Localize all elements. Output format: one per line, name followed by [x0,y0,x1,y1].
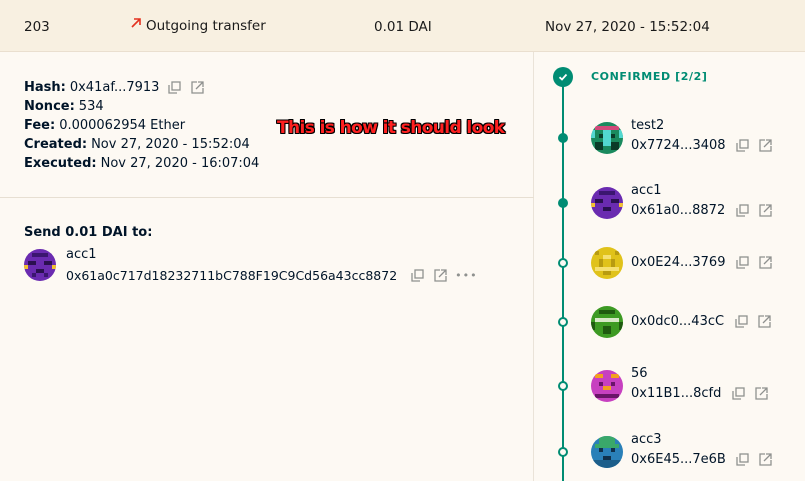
recipient-address-row: 0x61a0c717d18232711bC788F19C9Cd56a43cc88… [66,267,478,283]
owner-address: 0x0E24...3769 [631,254,726,270]
owner-item: test2 0x7724...3408 [535,118,805,158]
owner-address-row: 0x0dc0...43cC [631,313,772,329]
recipient: acc1 0x61a0c717d18232711bC788F19C9Cd56a4… [24,247,484,287]
owner-address: 0x61a0...8872 [631,202,726,218]
nonce-label: Nonce: [24,99,75,114]
owner-item: acc3 0x6E45...7e6B [535,432,805,472]
owner-address: 0x6E45...7e6B [631,451,726,467]
copy-icon[interactable] [166,80,182,96]
copy-icon[interactable] [734,202,750,218]
fee-row: Fee: 0.000062954 Ether [24,116,259,135]
copy-icon[interactable] [735,451,751,467]
timeline-node-pending [558,381,568,391]
send-title: Send 0.01 DAI to: [24,225,153,240]
transaction-nonce-id: 203 [24,19,50,35]
recipient-name: acc1 [66,247,97,262]
copy-icon[interactable] [733,313,749,329]
annotation-overlay-text: This is how it should look [277,118,505,138]
external-link-icon[interactable] [756,313,772,329]
owner-name: test2 [631,118,665,133]
more-options-icon[interactable]: ••• [455,267,477,283]
transaction-info: Hash: 0x41af...7913 Nonce: 534 Fee: 0.00… [24,78,259,173]
owner-avatar [591,306,623,338]
copy-icon[interactable] [734,254,750,270]
hash-label: Hash: [24,80,66,95]
recipient-address: 0x61a0c717d18232711bC788F19C9Cd56a43cc88… [66,267,398,283]
timeline-node-pending [558,447,568,457]
owner-name: acc1 [631,183,662,198]
fee-label: Fee: [24,118,56,133]
executed-label: Executed: [24,156,97,171]
copy-icon[interactable] [730,385,746,401]
timeline-node-pending [558,258,568,268]
transaction-type-label: Outgoing transfer [146,17,266,34]
fee-value: 0.000062954 Ether [59,118,186,133]
external-link-icon[interactable] [189,80,205,96]
owner-avatar [591,436,623,468]
external-link-icon[interactable] [758,137,774,153]
external-link-icon[interactable] [757,202,773,218]
owner-avatar [591,187,623,219]
transaction-date: Nov 27, 2020 - 15:52:04 [545,19,710,35]
timeline-node-confirmed [558,133,568,143]
owner-item: 0x0dc0...43cC [535,302,805,342]
section-divider [0,197,534,198]
nonce-row: Nonce: 534 [24,97,259,116]
external-link-icon[interactable] [753,385,769,401]
transaction-amount: 0.01 DAI [374,19,432,35]
owner-address: 0x7724...3408 [631,137,726,153]
timeline-node-pending [558,317,568,327]
hash-row: Hash: 0x41af...7913 [24,78,259,97]
confirmation-status: CONFIRMED [2/2] [591,70,708,83]
owner-avatar [591,370,623,402]
owner-address-row: 0x7724...3408 [631,137,774,153]
outgoing-arrow-icon [130,17,142,32]
owner-address-row: 0x61a0...8872 [631,202,773,218]
nonce-value: 534 [78,99,104,114]
owner-item: acc1 0x61a0...8872 [535,183,805,223]
executed-row: Executed: Nov 27, 2020 - 16:07:04 [24,154,259,173]
owner-name: 56 [631,366,648,381]
owner-name: acc3 [631,432,662,447]
send-section: Send 0.01 DAI to: acc1 0x61a0c717d182327… [24,225,477,283]
created-label: Created: [24,137,88,152]
created-value: Nov 27, 2020 - 15:52:04 [91,137,250,152]
transaction-row-header[interactable]: 203 Outgoing transfer 0.01 DAI Nov 27, 2… [0,0,805,52]
owner-avatar [591,122,623,154]
transaction-details-panel: Hash: 0x41af...7913 Nonce: 534 Fee: 0.00… [0,52,534,481]
copy-icon[interactable] [409,267,425,283]
owner-address: 0x0dc0...43cC [631,313,725,329]
recipient-avatar [24,249,56,281]
owner-address-row: 0x11B1...8cfd [631,385,769,401]
external-link-icon[interactable] [757,254,773,270]
owner-address: 0x11B1...8cfd [631,385,722,401]
created-row: Created: Nov 27, 2020 - 15:52:04 [24,135,259,154]
executed-value: Nov 27, 2020 - 16:07:04 [100,156,260,171]
external-link-icon[interactable] [758,451,774,467]
timeline-node-confirmed [558,198,568,208]
owner-avatar [591,247,623,279]
owner-address-row: 0x0E24...3769 [631,254,773,270]
owner-item: 56 0x11B1...8cfd [535,366,805,406]
confirmations-panel: CONFIRMED [2/2] test2 0x7724...3408 acc1… [535,52,805,481]
transaction-type: Outgoing transfer [130,0,266,52]
owner-address-row: 0x6E45...7e6B [631,451,774,467]
external-link-icon[interactable] [432,267,448,283]
owner-item: 0x0E24...3769 [535,243,805,283]
copy-icon[interactable] [735,137,751,153]
hash-value: 0x41af...7913 [69,80,160,95]
check-circle-icon [553,67,573,87]
